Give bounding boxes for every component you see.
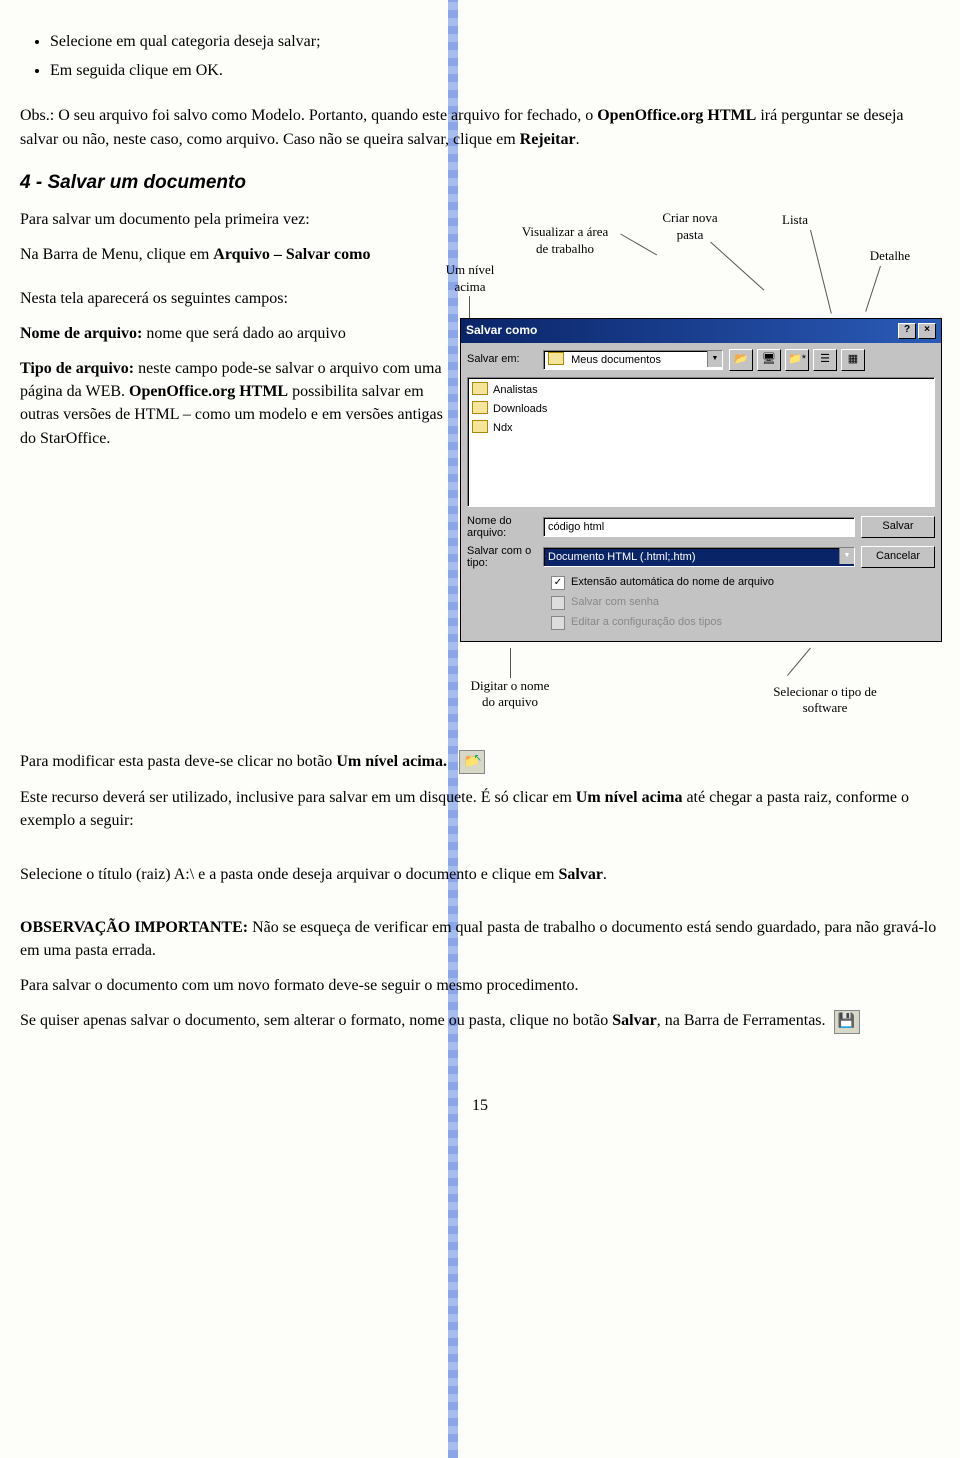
salvar-em-dropdown[interactable]: Meus documentos ▼: [543, 350, 723, 370]
checkbox-icon: [551, 616, 565, 630]
checkbox-icon: ✓: [551, 576, 565, 590]
text: Se quiser apenas salvar o documento, sem…: [20, 1012, 612, 1029]
up-one-level-icon[interactable]: 📂: [729, 349, 753, 371]
checkbox-icon: [551, 596, 565, 610]
dialog-title: Salvar como: [466, 322, 537, 339]
chevron-down-icon: ▼: [839, 548, 854, 564]
cancel-button[interactable]: Cancelar: [861, 546, 935, 568]
para-quick-save: Se quiser apenas salvar o documento, sem…: [20, 1009, 940, 1033]
obs-important-label: OBSERVAÇÃO IMPORTANTE:: [20, 919, 248, 936]
para-menu-b: Arquivo – Salvar como: [213, 246, 370, 263]
para-first: Para salvar um documento pela primeira v…: [20, 208, 450, 231]
folder-item[interactable]: Downloads: [472, 401, 930, 418]
para-tipo: Tipo de arquivo: neste campo pode-se sal…: [20, 357, 450, 450]
section-4-title: 4 - Salvar um documento: [20, 169, 940, 197]
callout-lista: Lista: [770, 212, 820, 228]
obs-text3: .: [576, 131, 580, 148]
file-list-pane[interactable]: Analistas Downloads Ndx: [467, 377, 935, 507]
para-obs-important: OBSERVAÇÃO IMPORTANTE: Não se esqueça de…: [20, 916, 940, 962]
nome-text: nome que será dado ao arquivo: [142, 325, 345, 342]
para-nome: Nome de arquivo: nome que será dado ao a…: [20, 322, 450, 345]
detail-view-icon[interactable]: ▦: [841, 349, 865, 371]
callout-text: Detalhe: [870, 248, 910, 263]
new-folder-icon[interactable]: 📁*: [785, 349, 809, 371]
page-number: 15: [20, 1094, 940, 1117]
text: Selecione o título (raiz) A:\ e a pasta …: [20, 866, 558, 883]
text-bold: Um nível acima.: [336, 753, 447, 770]
text-bold: Salvar: [558, 866, 602, 883]
checkbox-password: Salvar com senha: [551, 595, 935, 611]
bullet-text: Em seguida clique em OK.: [50, 62, 223, 79]
para-fields: Nesta tela aparecerá os seguintes campos…: [20, 287, 450, 310]
desktop-icon[interactable]: 🖥: [757, 349, 781, 371]
folder-item[interactable]: Analistas: [472, 382, 930, 399]
checkbox-auto-ext[interactable]: ✓ Extensão automática do nome de arquivo: [551, 575, 935, 591]
tipo-arquivo-label: Salvar com o tipo:: [467, 545, 537, 569]
para-select: Selecione o título (raiz) A:\ e a pasta …: [20, 863, 940, 886]
checkbox-label: Salvar com senha: [571, 595, 659, 611]
para-resource: Este recurso deverá ser utilizado, inclu…: [20, 786, 940, 832]
callout-digitar: Digitar o nome do arquivo: [470, 678, 550, 711]
checkbox-label: Extensão automática do nome de arquivo: [571, 575, 774, 591]
up-level-icon: [459, 750, 485, 774]
top-callouts: Um nível acima Visualizar a área de trab…: [460, 208, 942, 318]
callout-text: Visualizar a área de trabalho: [522, 224, 609, 255]
checkbox-label: Editar a configuração dos tipos: [571, 615, 722, 631]
nome-label: Nome de arquivo:: [20, 325, 142, 342]
para-new-format: Para salvar o documento com um novo form…: [20, 974, 940, 997]
callout-visualizar: Visualizar a área de trabalho: [520, 224, 610, 257]
text: , na Barra de Ferramentas.: [657, 1012, 826, 1029]
save-as-dialog: Salvar como ? × Salvar em: Meus document…: [460, 318, 942, 642]
tipo-text-b: OpenOffice.org HTML: [129, 383, 288, 400]
list-view-icon[interactable]: ☰: [813, 349, 837, 371]
save-button[interactable]: Salvar: [861, 516, 935, 538]
callout-selecionar: Selecionar o tipo de software: [760, 684, 890, 717]
nome-arquivo-label: Nome do arquivo:: [467, 515, 537, 539]
bullet-item: Selecione em qual categoria deseja salva…: [50, 30, 940, 53]
callout-text: Um nível acima: [446, 262, 495, 293]
chevron-down-icon: ▼: [707, 351, 722, 367]
para-menu-a: Na Barra de Menu, clique em: [20, 246, 213, 263]
checkbox-edit-types: Editar a configuração dos tipos: [551, 615, 935, 631]
obs-text: O seu arquivo foi salvo como Modelo. Por…: [54, 107, 597, 124]
callout-detalhe: Detalhe: [860, 248, 920, 264]
bullet-list: Selecione em qual categoria deseja salva…: [20, 30, 940, 82]
dialog-titlebar: Salvar como ? ×: [461, 319, 941, 342]
callout-text: Lista: [782, 212, 808, 227]
text: Para modificar esta pasta deve-se clicar…: [20, 753, 336, 770]
close-button[interactable]: ×: [918, 323, 936, 339]
save-disk-icon: [834, 1010, 860, 1034]
obs-bold2: Rejeitar: [520, 131, 576, 148]
salvar-em-value: Meus documentos: [571, 354, 661, 366]
callout-um-nivel: Um nível acima: [435, 262, 505, 295]
tipo-arquivo-dropdown[interactable]: Documento HTML (.html;.htm) ▼: [543, 547, 855, 567]
folder-item[interactable]: Ndx: [472, 420, 930, 437]
obs-label: Obs.:: [20, 107, 54, 124]
callout-criar: Criar nova pasta: [650, 210, 730, 243]
text: Este recurso deverá ser utilizado, inclu…: [20, 789, 576, 806]
text-bold: Um nível acima: [576, 789, 683, 806]
callout-text: Selecionar o tipo de software: [773, 684, 877, 715]
para-menu: Na Barra de Menu, clique em Arquivo – Sa…: [20, 243, 450, 266]
callout-text: Criar nova pasta: [662, 210, 717, 241]
obs-bold1: OpenOffice.org HTML: [597, 107, 756, 124]
callout-text: Digitar o nome do arquivo: [471, 678, 550, 709]
obs-paragraph: Obs.: O seu arquivo foi salvo como Model…: [20, 104, 940, 150]
text-bold: Salvar: [612, 1012, 656, 1029]
tipo-value: Documento HTML (.html;.htm): [548, 551, 696, 563]
salvar-em-label: Salvar em:: [467, 352, 537, 368]
help-button[interactable]: ?: [898, 323, 916, 339]
low-callouts: Digitar o nome do arquivo Selecionar o t…: [460, 650, 942, 740]
para-modify: Para modificar esta pasta deve-se clicar…: [20, 750, 940, 774]
tipo-label: Tipo de arquivo:: [20, 360, 134, 377]
text: .: [603, 866, 607, 883]
bullet-item: Em seguida clique em OK.: [50, 59, 940, 82]
nome-arquivo-input[interactable]: código html: [543, 517, 855, 537]
